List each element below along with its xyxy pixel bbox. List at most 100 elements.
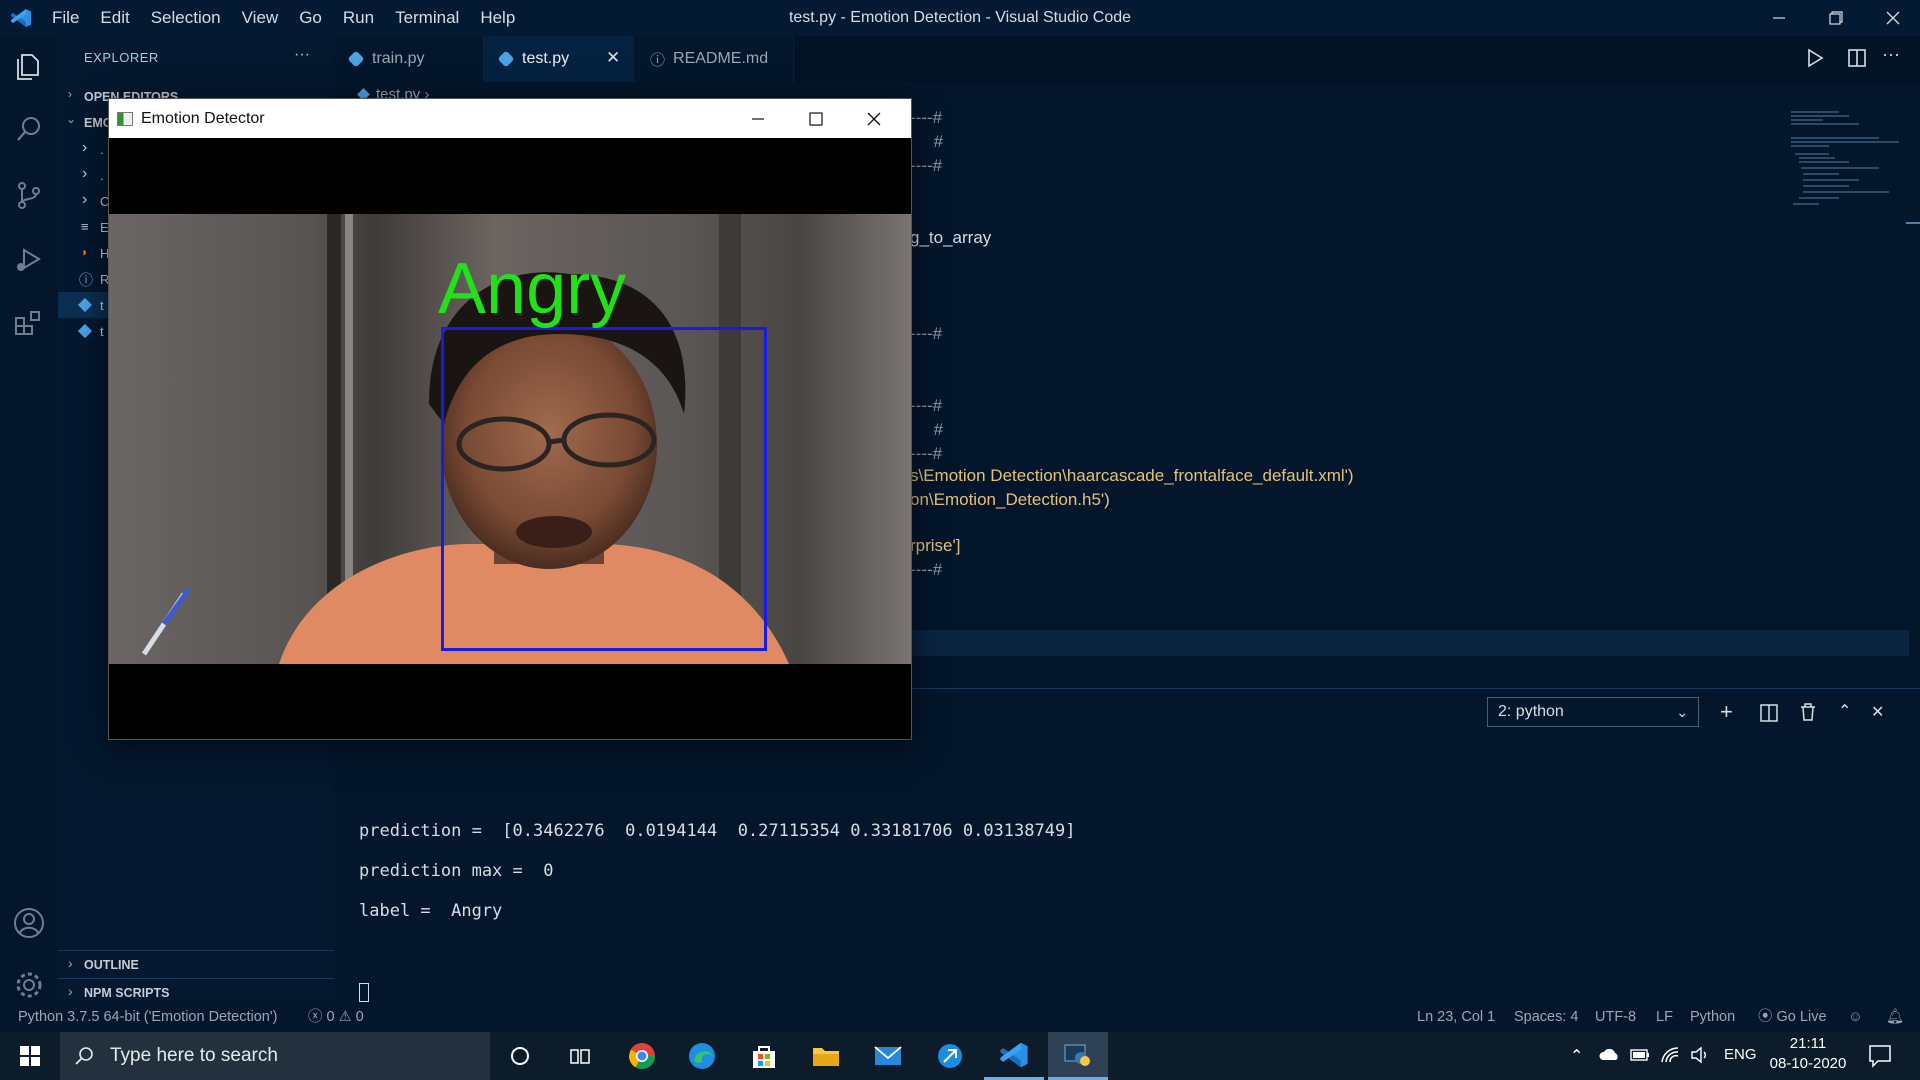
menu-terminal[interactable]: Terminal [395, 8, 459, 28]
run-file-icon[interactable] [1804, 47, 1826, 74]
scrollbar-thumb[interactable] [1906, 222, 1920, 224]
settings-gear-icon[interactable] [12, 968, 46, 1002]
more-actions-icon[interactable]: ··· [1882, 44, 1900, 65]
menu-edit[interactable]: Edit [100, 8, 129, 28]
notifications-bell-icon[interactable]: 🔔︎ [1886, 1002, 1904, 1032]
face-bounding-box [441, 327, 767, 651]
menu-view[interactable]: View [242, 8, 279, 28]
app-window-icon [117, 111, 133, 126]
split-terminal-icon[interactable] [1760, 704, 1778, 727]
explorer-icon[interactable] [12, 49, 46, 83]
windows-taskbar: Type here to search ⌃ ENG 21:11 08-10-20… [0, 1032, 1920, 1080]
python-file-icon [347, 50, 365, 68]
menu-selection[interactable]: Selection [151, 8, 221, 28]
battery-icon[interactable] [1630, 1048, 1650, 1067]
divider [58, 950, 334, 951]
code-line: s\Emotion Detection\haarcascade_frontalf… [910, 466, 1354, 485]
close-window-button[interactable] [1870, 0, 1916, 36]
python-file-icon [77, 297, 93, 313]
minimap[interactable] [1789, 108, 1909, 228]
tab-label: train.py [372, 50, 425, 67]
menu-go[interactable]: Go [299, 8, 322, 28]
vscode-taskbar-icon[interactable] [984, 1032, 1044, 1080]
cortana-icon[interactable] [490, 1032, 550, 1080]
detector-maximize-button[interactable] [787, 99, 845, 138]
file-explorer-icon[interactable] [796, 1032, 856, 1080]
trash-icon[interactable] [1800, 703, 1816, 726]
split-editor-icon[interactable] [1846, 47, 1868, 74]
status-bar: Python 3.7.5 64-bit ('Emotion Detection'… [0, 1002, 1920, 1032]
maximize-icon [809, 111, 823, 126]
outline-section[interactable]: › OUTLINE [58, 952, 334, 978]
chevron-down-icon: ⌄ [1676, 704, 1688, 720]
indentation[interactable]: Spaces: 4 [1514, 1002, 1579, 1032]
run-debug-icon[interactable] [12, 242, 46, 276]
feedback-icon[interactable]: ☺ [1848, 1002, 1863, 1032]
emotion-detector-window: Emotion Detector Angry [108, 98, 912, 740]
chevron-right-icon: › [82, 191, 88, 208]
minimize-button[interactable] [1756, 0, 1802, 36]
terminal-cursor[interactable] [359, 983, 369, 1002]
chevron-up-icon[interactable]: ⌃ [1838, 701, 1851, 721]
activity-bar [0, 36, 58, 1020]
onedrive-icon[interactable] [1598, 1046, 1620, 1067]
cursor-position[interactable]: Ln 23, Col 1 [1417, 1002, 1495, 1032]
tab-test-py[interactable]: test.py ✕ [484, 36, 634, 82]
extensions-icon[interactable] [12, 306, 46, 340]
chevron-down-icon: ⌄ [66, 112, 77, 126]
menu-file[interactable]: File [52, 8, 79, 28]
input-language[interactable]: ENG [1724, 1046, 1757, 1063]
store-icon[interactable] [734, 1032, 794, 1080]
code-line: rprise'] [910, 536, 961, 555]
close-panel-icon[interactable]: ✕ [1871, 702, 1884, 722]
detector-minimize-button[interactable] [729, 99, 787, 138]
mail-icon[interactable] [858, 1032, 918, 1080]
windows-start-icon[interactable] [0, 1032, 60, 1080]
close-tab-icon[interactable]: ✕ [606, 48, 620, 68]
clock[interactable]: 21:11 08-10-2020 [1768, 1035, 1848, 1072]
tree-item-label: t [100, 298, 104, 313]
list-file-icon: ≡ [81, 219, 89, 234]
taskbar-search[interactable]: Type here to search [60, 1032, 490, 1080]
title-bar: File Edit Selection View Go Run Terminal… [0, 0, 1920, 36]
app-icon[interactable] [920, 1032, 980, 1080]
terminal-selector[interactable]: 2: python ⌄ [1487, 697, 1699, 727]
more-actions-icon[interactable]: ··· [294, 46, 310, 64]
code-line: g_to_array [910, 228, 992, 247]
menu-run[interactable]: Run [343, 8, 374, 28]
volume-icon[interactable] [1690, 1046, 1710, 1069]
detector-title-bar[interactable]: Emotion Detector [109, 99, 911, 138]
new-terminal-icon[interactable]: + [1720, 699, 1733, 725]
line-ending[interactable]: LF [1656, 1002, 1673, 1032]
search-icon[interactable] [12, 112, 46, 146]
python-taskbar-icon[interactable] [1048, 1032, 1108, 1080]
chevron-right-icon: › [68, 87, 72, 101]
language-mode[interactable]: Python [1690, 1002, 1735, 1032]
edge-icon[interactable] [672, 1032, 732, 1080]
tab-train-py[interactable]: train.py [334, 36, 484, 82]
minimize-icon [752, 117, 764, 120]
restore-icon [1829, 11, 1843, 25]
tab-readme-md[interactable]: ⓘ README.md [634, 36, 794, 82]
menu-help[interactable]: Help [480, 8, 515, 28]
detector-close-button[interactable] [845, 99, 903, 138]
python-interpreter[interactable]: Python 3.7.5 64-bit ('Emotion Detection'… [18, 1002, 277, 1032]
outline-label: OUTLINE [84, 958, 139, 972]
code-line: ----# [910, 156, 943, 175]
account-icon[interactable] [12, 906, 46, 940]
go-live-button[interactable]: ⦿ Go Live [1758, 1002, 1827, 1032]
problems-indicator[interactable]: ⓧ 0 ⚠ 0 [308, 1002, 364, 1032]
restore-button[interactable] [1813, 0, 1859, 36]
source-control-icon[interactable] [12, 178, 46, 212]
task-view-icon[interactable] [550, 1032, 610, 1080]
encoding[interactable]: UTF-8 [1595, 1002, 1636, 1032]
divider [58, 978, 334, 979]
terminal-line: label = Angry [359, 901, 503, 921]
code-line: # [910, 420, 944, 439]
info-icon: ⓘ [79, 272, 93, 288]
action-center-icon[interactable] [1868, 1044, 1892, 1073]
chrome-icon[interactable] [612, 1032, 672, 1080]
show-hidden-icons-chevron-up-icon[interactable]: ⌃ [1570, 1046, 1583, 1066]
wifi-icon[interactable] [1660, 1046, 1680, 1069]
tab-label: README.md [673, 50, 769, 67]
